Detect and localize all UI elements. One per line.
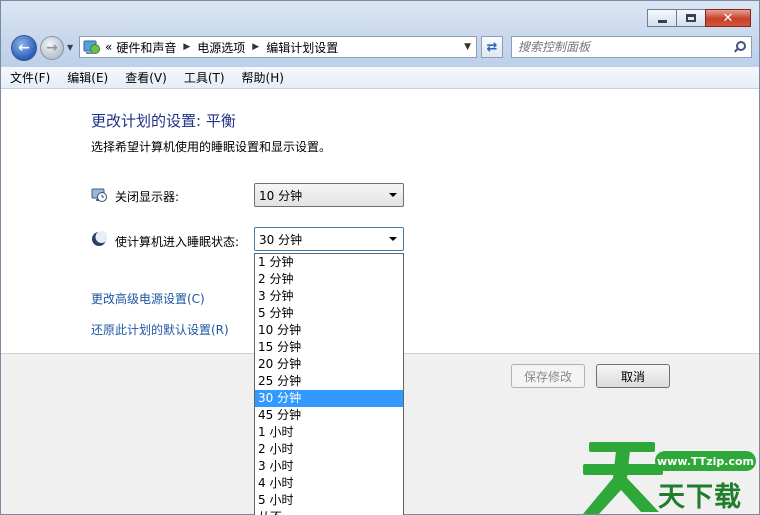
dropdown-option[interactable]: 15 分钟 bbox=[255, 339, 403, 356]
search-input[interactable] bbox=[518, 40, 723, 54]
address-dropdown-icon[interactable]: ▼ bbox=[464, 42, 471, 52]
minimize-icon bbox=[657, 19, 667, 23]
display-off-select[interactable]: 10 分钟 bbox=[254, 183, 404, 207]
dropdown-option[interactable]: 5 分钟 bbox=[255, 305, 403, 322]
address-bar[interactable]: « 硬件和声音 ▶ 电源选项 ▶ 编辑计划设置 ▼ bbox=[79, 36, 477, 58]
forward-button[interactable]: → bbox=[40, 36, 64, 60]
sleep-dropdown-list[interactable]: 1 分钟 2 分钟 3 分钟 5 分钟 10 分钟 15 分钟 20 分钟 25… bbox=[254, 253, 404, 515]
control-panel-window: ✕ ← → ▼ « 硬件和声音 ▶ 电源选项 ▶ 编辑计划设置 ▼ ⇄ 文件(F… bbox=[0, 0, 760, 515]
menu-edit[interactable]: 编辑(E) bbox=[67, 69, 108, 86]
maximize-button[interactable] bbox=[676, 9, 706, 27]
refresh-icon: ⇄ bbox=[486, 39, 498, 55]
menu-bar: 文件(F) 编辑(E) 查看(V) 工具(T) 帮助(H) bbox=[1, 67, 759, 89]
sleep-value: 30 分钟 bbox=[259, 232, 303, 247]
dropdown-option[interactable]: 5 小时 bbox=[255, 492, 403, 509]
moon-icon bbox=[92, 231, 107, 246]
menu-file[interactable]: 文件(F) bbox=[10, 69, 50, 86]
refresh-button[interactable]: ⇄ bbox=[481, 36, 503, 58]
dropdown-option[interactable]: 1 分钟 bbox=[255, 254, 403, 271]
close-icon: ✕ bbox=[722, 10, 734, 26]
page-subtitle: 选择希望计算机使用的睡眠设置和显示设置。 bbox=[91, 140, 332, 154]
dropdown-option[interactable]: 2 分钟 bbox=[255, 271, 403, 288]
display-off-value: 10 分钟 bbox=[259, 188, 303, 203]
display-off-label: 关闭显示器: bbox=[115, 190, 180, 204]
dropdown-option-selected[interactable]: 30 分钟 bbox=[255, 390, 403, 407]
restore-defaults-link[interactable]: 还原此计划的默认设置(R) bbox=[91, 321, 229, 338]
sleep-label: 使计算机进入睡眠状态: bbox=[115, 235, 240, 249]
breadcrumb-separator-icon[interactable]: ▶ bbox=[183, 42, 190, 52]
sleep-select[interactable]: 30 分钟 bbox=[254, 227, 404, 251]
dropdown-option[interactable]: 45 分钟 bbox=[255, 407, 403, 424]
maximize-icon bbox=[686, 14, 696, 22]
dropdown-option[interactable]: 3 分钟 bbox=[255, 288, 403, 305]
cancel-button[interactable]: 取消 bbox=[596, 364, 670, 388]
chevron-down-icon bbox=[389, 237, 397, 241]
control-panel-icon bbox=[83, 40, 100, 54]
breadcrumb-separator-icon[interactable]: ▶ bbox=[252, 42, 259, 52]
dropdown-option[interactable]: 2 小时 bbox=[255, 441, 403, 458]
arrow-left-icon: ← bbox=[18, 40, 30, 56]
search-box[interactable] bbox=[511, 36, 752, 58]
watermark-name: 天下载 bbox=[658, 482, 742, 513]
back-button[interactable]: ← bbox=[11, 35, 37, 61]
window-chrome: ✕ ← → ▼ « 硬件和声音 ▶ 电源选项 ▶ 编辑计划设置 ▼ ⇄ bbox=[1, 1, 759, 67]
history-dropdown-icon[interactable]: ▼ bbox=[67, 43, 73, 52]
minimize-button[interactable] bbox=[647, 9, 677, 27]
dropdown-option[interactable]: 从不 bbox=[255, 509, 403, 515]
menu-help[interactable]: 帮助(H) bbox=[242, 69, 284, 86]
close-button[interactable]: ✕ bbox=[705, 9, 751, 27]
address-overflow[interactable]: « bbox=[105, 40, 112, 54]
dropdown-option[interactable]: 1 小时 bbox=[255, 424, 403, 441]
dropdown-option[interactable]: 10 分钟 bbox=[255, 322, 403, 339]
save-button[interactable]: 保存修改 bbox=[511, 364, 585, 388]
dropdown-option[interactable]: 4 小时 bbox=[255, 475, 403, 492]
breadcrumb-hardware-sound[interactable]: 硬件和声音 bbox=[116, 39, 176, 56]
chevron-down-icon bbox=[389, 193, 397, 197]
menu-tools[interactable]: 工具(T) bbox=[184, 69, 225, 86]
watermark-url: www.TTzip.com bbox=[655, 451, 756, 471]
page-title: 更改计划的设置: 平衡 bbox=[91, 112, 236, 130]
dropdown-option[interactable]: 25 分钟 bbox=[255, 373, 403, 390]
search-icon[interactable] bbox=[733, 41, 746, 53]
dropdown-option[interactable]: 3 小时 bbox=[255, 458, 403, 475]
menu-view[interactable]: 查看(V) bbox=[125, 69, 167, 86]
watermark-logo-icon bbox=[583, 442, 663, 514]
breadcrumb-power-options[interactable]: 电源选项 bbox=[197, 39, 245, 56]
advanced-power-settings-link[interactable]: 更改高级电源设置(C) bbox=[91, 290, 205, 307]
dropdown-option[interactable]: 20 分钟 bbox=[255, 356, 403, 373]
window-controls: ✕ bbox=[647, 9, 751, 27]
arrow-right-icon: → bbox=[46, 40, 58, 56]
monitor-clock-icon bbox=[91, 188, 107, 202]
breadcrumb-edit-plan[interactable]: 编辑计划设置 bbox=[266, 39, 338, 56]
